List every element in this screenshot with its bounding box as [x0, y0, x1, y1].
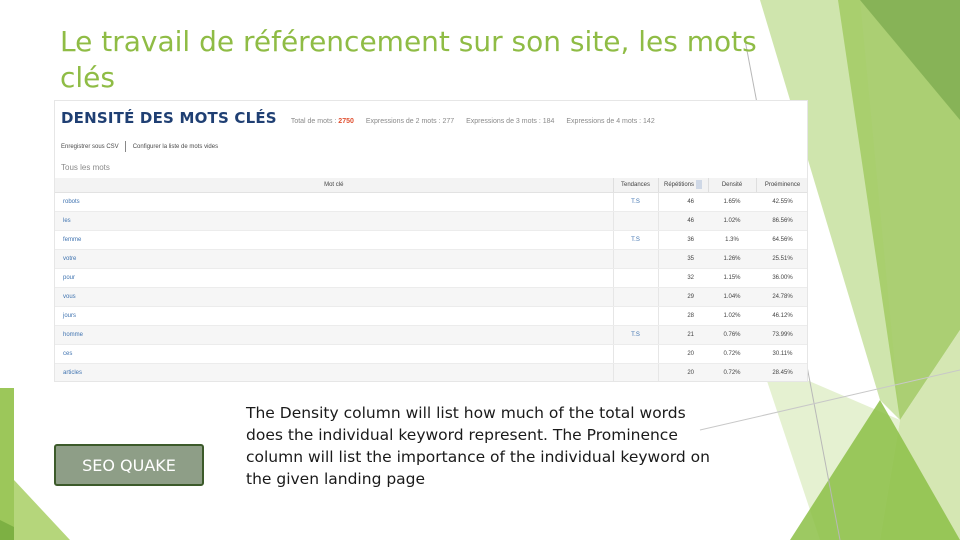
trend-link[interactable]: T.S [612, 325, 659, 345]
table-row: homme T.S 21 0.76% 73.99% [55, 325, 807, 345]
trend-link[interactable] [612, 287, 659, 307]
table-row: femme T.S 36 1.3% 64.56% [55, 230, 807, 250]
density-value: 1.02% [708, 306, 756, 326]
prominence-value: 28.45% [756, 363, 807, 381]
two-word-expressions-stat: Expressions de 2 mots : 277 [365, 118, 455, 125]
column-header-density-label: Densité [721, 181, 743, 188]
save-csv-link[interactable]: Enregistrer sous CSV [61, 144, 119, 150]
density-value: 1.65% [708, 192, 756, 212]
prominence-value: 24.78% [756, 287, 807, 307]
three-word-expressions-stat: Expressions de 3 mots : 184 [466, 118, 555, 125]
column-header-trends-label: Tendances [620, 181, 651, 188]
density-actions: Enregistrer sous CSV Configurer la liste… [61, 141, 218, 152]
keyword-link[interactable]: robots [55, 192, 613, 212]
density-value: 0.76% [708, 325, 756, 345]
keyword-link[interactable]: jours [55, 306, 613, 326]
trend-link[interactable] [612, 344, 659, 364]
column-header-repetitions-label: Répétitions [663, 182, 695, 189]
keyword-link[interactable]: vous [55, 287, 613, 307]
prominence-value: 42.55% [756, 192, 807, 212]
table-row: jours 28 1.02% 46.12% [55, 306, 807, 326]
seo-quake-button-label: SEO QUAKE [82, 455, 176, 475]
trend-link[interactable]: T.S [612, 230, 659, 250]
repetitions-value: 36 [658, 230, 708, 250]
trend-link[interactable] [612, 211, 659, 231]
column-header-word[interactable]: Mot clé [55, 178, 614, 193]
keyword-link[interactable]: homme [55, 325, 613, 345]
repetitions-value: 32 [658, 268, 708, 288]
trend-link[interactable]: T.S [612, 192, 659, 212]
column-header-prominence[interactable]: Proéminence [756, 178, 807, 193]
prominence-value: 36.00% [756, 268, 807, 288]
prominence-value: 25.51% [756, 249, 807, 269]
trend-link[interactable] [612, 268, 659, 288]
trend-link[interactable] [612, 306, 659, 326]
keyword-link[interactable]: votre [55, 249, 613, 269]
keyword-density-screenshot: DENSITÉ DES MOTS CLÉS Total de mots : 27… [54, 100, 808, 382]
column-header-prominence-label: Proéminence [764, 181, 801, 188]
keyword-link[interactable]: articles [55, 363, 613, 381]
density-value: 1.26% [708, 249, 756, 269]
table-row: votre 35 1.26% 25.51% [55, 249, 807, 269]
all-words-subtitle: Tous les mots [61, 163, 110, 172]
table-row: robots T.S 46 1.65% 42.55% [55, 192, 807, 212]
slide-title: Le travail de référencement sur son site… [60, 25, 757, 94]
repetitions-value: 28 [658, 306, 708, 326]
table-row: pour 32 1.15% 36.00% [55, 268, 807, 288]
total-words-stat: Total de mots : 2750 [291, 118, 356, 125]
keyword-link[interactable]: femme [55, 230, 613, 250]
prominence-value: 86.56% [756, 211, 807, 231]
prominence-value: 64.56% [756, 230, 807, 250]
repetitions-value: 29 [658, 287, 708, 307]
repetitions-value: 21 [658, 325, 708, 345]
actions-divider [124, 141, 126, 152]
density-value: 1.3% [708, 230, 756, 250]
density-value: 1.02% [708, 211, 756, 231]
table-row: vous 29 1.04% 24.78% [55, 287, 807, 307]
total-words-label: Total de mots : [290, 118, 337, 125]
prominence-value: 30.11% [756, 344, 807, 364]
density-value: 0.72% [708, 363, 756, 381]
word-stats: Total de mots : 2750 Expressions de 2 mo… [291, 118, 665, 125]
density-value: 1.15% [708, 268, 756, 288]
prominence-value: 73.99% [756, 325, 807, 345]
column-header-repetitions[interactable]: Répétitions [658, 178, 709, 193]
column-header-density[interactable]: Densité [708, 178, 757, 193]
density-value: 1.04% [708, 287, 756, 307]
configure-stopwords-link[interactable]: Configurer la liste de mots vides [133, 144, 218, 150]
keyword-link[interactable]: pour [55, 268, 613, 288]
prominence-value: 46.12% [756, 306, 807, 326]
column-header-word-label: Mot clé [324, 181, 344, 188]
keyword-link[interactable]: les [55, 211, 613, 231]
table-row: les 46 1.02% 86.56% [55, 211, 807, 231]
seo-quake-button[interactable]: SEO QUAKE [54, 444, 204, 486]
total-words-value: 2750 [338, 118, 354, 125]
keyword-link[interactable]: ces [55, 344, 613, 364]
trend-link[interactable] [612, 249, 659, 269]
density-header: DENSITÉ DES MOTS CLÉS Total de mots : 27… [61, 109, 801, 129]
repetitions-value: 46 [658, 211, 708, 231]
repetitions-value: 46 [658, 192, 708, 212]
density-value: 0.72% [708, 344, 756, 364]
keyword-table: Mot clé Tendances Répétitions Densité Pr… [55, 178, 807, 381]
table-row: ces 20 0.72% 30.11% [55, 344, 807, 364]
repetitions-value: 20 [658, 363, 708, 381]
four-word-expressions-stat: Expressions de 4 mots : 142 [566, 118, 655, 125]
column-header-trends[interactable]: Tendances [613, 178, 659, 193]
density-title: DENSITÉ DES MOTS CLÉS [61, 109, 277, 127]
trend-link[interactable] [612, 363, 659, 381]
repetitions-value: 20 [658, 344, 708, 364]
repetitions-value: 35 [658, 249, 708, 269]
table-row: articles 20 0.72% 28.45% [55, 363, 807, 381]
keyword-table-header: Mot clé Tendances Répétitions Densité Pr… [55, 178, 807, 193]
density-description: The Density column will list how much of… [246, 404, 710, 488]
sort-icon[interactable] [696, 180, 703, 190]
